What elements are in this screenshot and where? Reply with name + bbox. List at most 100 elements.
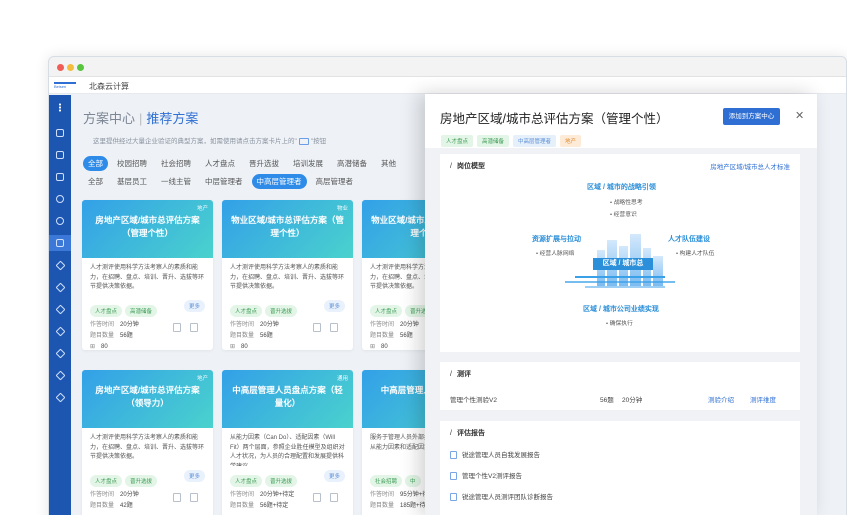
count-label: 题目数量	[370, 333, 395, 339]
count-label: 题目数量	[370, 503, 395, 509]
sidebar-item-profile[interactable]	[49, 213, 71, 229]
sidebar-menu[interactable]	[49, 99, 71, 115]
card-chip: 人才盘点	[370, 305, 403, 317]
maximize-dot[interactable]	[77, 64, 84, 71]
test-intro-link[interactable]: 测验介绍	[708, 394, 734, 404]
model-top-label: 区域 / 城市的战略引领	[587, 184, 656, 191]
report-icon[interactable]	[313, 493, 321, 502]
app-header: Beisen 北森云计算	[49, 77, 846, 94]
card-chips: 人才盘点 晋升选拔 更多	[230, 470, 345, 488]
edit-icon[interactable]	[330, 323, 338, 332]
card-actions	[313, 323, 339, 343]
document-icon	[56, 239, 64, 247]
card-more-button[interactable]: 更多	[323, 470, 345, 482]
report-section: / 评估报告 锐途管理人员自我发展报告 管理个性V2测评报告 锐途管理人员测评团队…	[440, 421, 800, 515]
sidebar-item-home[interactable]	[49, 125, 71, 141]
card-more-button[interactable]: 更多	[183, 300, 205, 312]
filter-level-senior[interactable]: 高层管理者	[311, 174, 359, 189]
filter-scenario-promotion[interactable]: 晋升选拔	[244, 156, 284, 171]
test-dimension-link[interactable]: 测评维度	[750, 394, 776, 404]
sidebar-item-users[interactable]	[49, 191, 71, 207]
sidebar-item-calendar[interactable]	[49, 169, 71, 185]
filter-level-middle[interactable]: 中层管理者	[200, 174, 248, 189]
section-title-text: 测评	[456, 371, 471, 378]
model-center-label: 区域 / 城市总	[593, 258, 653, 270]
time-value: 20分钟	[120, 492, 139, 498]
calendar-icon	[56, 173, 64, 181]
filter-scenario-other[interactable]: 其他	[376, 156, 401, 171]
edit-icon[interactable]	[190, 323, 198, 332]
filter-level-supervisor[interactable]: 一线主管	[156, 174, 196, 189]
filter-scenario-training[interactable]: 培训发展	[288, 156, 328, 171]
edit-icon[interactable]	[330, 493, 338, 502]
close-dot[interactable]	[57, 64, 64, 71]
city-illustration: 区域 / 城市总	[545, 224, 695, 294]
sidebar-item-gem-6[interactable]	[49, 367, 71, 383]
report-item[interactable]: 管理个性V2测评报告	[450, 470, 790, 481]
report-icon	[450, 472, 457, 481]
sidebar-item-gem-1[interactable]	[49, 257, 71, 273]
filter-scenario-high-potential[interactable]: 高潜储备	[332, 156, 372, 171]
filter-scenario-social[interactable]: 社会招聘	[156, 156, 196, 171]
sidebar-item-messages[interactable]	[49, 147, 71, 163]
card-description: 人才测评使用科学方法考察人的素质和能力，在招聘、盘点、培训、晋升、选拔等环节提供…	[230, 265, 345, 290]
edit-icon[interactable]	[190, 493, 198, 502]
filter-scenario-campus[interactable]: 校园招聘	[112, 156, 152, 171]
solution-card[interactable]: 物业 物业区域/城市总评估方案（管理个性） 人才测评使用科学方法考察人的素质和能…	[222, 200, 353, 350]
count-value: 42题	[120, 503, 133, 509]
breadcrumb: 方案中心 | 推荐方案	[83, 108, 198, 127]
breadcrumb-parent[interactable]: 方案中心	[83, 111, 135, 126]
report-icon[interactable]	[173, 493, 181, 502]
section-title-text: 岗位模型	[456, 163, 485, 170]
solution-card[interactable]: 通用 中高层管理人员盘点方案（轻量化） 从能力因素（Can Do）、适配因素（W…	[222, 370, 353, 515]
logo[interactable]: Beisen	[54, 82, 76, 90]
minimize-dot[interactable]	[67, 64, 74, 71]
sidebar-item-gem-3[interactable]	[49, 301, 71, 317]
add-to-center-button[interactable]: 添加到方案中心	[723, 108, 780, 125]
panel-tag: 地产	[560, 135, 582, 147]
card-chip: 晋升选拔	[265, 475, 298, 487]
report-item[interactable]: 锐途管理人员自我发展报告	[450, 449, 790, 460]
time-value: 20分钟	[400, 322, 419, 328]
filter-scenario-all[interactable]: 全部	[83, 156, 108, 171]
sidebar-item-solutions[interactable]	[49, 235, 71, 251]
solution-card[interactable]: 地产 房地产区域/城市总评估方案（管理个性） 人才测评使用科学方法考察人的素质和…	[82, 200, 213, 350]
panel-tag: 高潜储备	[477, 135, 510, 147]
panel-tags: 人才盘点 高潜储备 中高层管理者 地产	[441, 130, 585, 148]
report-icon	[450, 493, 457, 502]
card-chips: 人才盘点 晋升选拔 更多	[230, 300, 345, 318]
count-value: 56题+待定	[260, 503, 289, 509]
panel-tag: 人才盘点	[441, 135, 474, 147]
model-bottom-item: • 确保执行	[606, 321, 633, 327]
report-icon[interactable]	[173, 323, 181, 332]
sidebar-item-gem-4[interactable]	[49, 323, 71, 339]
pixel-strip	[585, 286, 665, 288]
time-value: 20分钟+待定	[260, 492, 295, 498]
card-chip: 人才盘点	[90, 475, 123, 487]
filter-level-all[interactable]: 全部	[83, 174, 108, 189]
sidebar-item-gem-5[interactable]	[49, 345, 71, 361]
report-item[interactable]: 锐途管理人员测评团队诊断报告	[450, 491, 790, 502]
filter-level-senior-middle[interactable]: 中高层管理者	[251, 174, 307, 189]
card-chip: 人才盘点	[90, 305, 123, 317]
card-more-button[interactable]: 更多	[183, 470, 205, 482]
sidebar-item-gem-7[interactable]	[49, 389, 71, 405]
card-more-button[interactable]: 更多	[323, 300, 345, 312]
app-name: 北森云计算	[89, 82, 129, 91]
talent-standard-link[interactable]: 房地产区域/城市总人才标准	[710, 161, 790, 171]
filter-level-staff[interactable]: 基层员工	[112, 174, 152, 189]
time-label: 作答时间	[370, 492, 395, 498]
solution-card[interactable]: 地产 房地产区域/城市总评估方案（领导力） 人才测评使用科学方法考察人的素质和能…	[82, 370, 213, 515]
close-icon[interactable]: ✕	[795, 109, 804, 122]
count-value: 56题	[260, 333, 273, 339]
diamond-icon	[55, 392, 65, 402]
report-icon[interactable]	[313, 323, 321, 332]
panel-tag: 中高层管理者	[513, 135, 557, 147]
report-icon	[450, 451, 457, 460]
filter-scenario-talent-review[interactable]: 人才盘点	[200, 156, 240, 171]
sidebar-item-gem-2[interactable]	[49, 279, 71, 295]
message-icon	[56, 151, 64, 159]
section-title: / 测评	[450, 369, 471, 379]
test-name: 管理个性测验V2	[450, 397, 497, 404]
time-value: 20分钟	[120, 322, 139, 328]
